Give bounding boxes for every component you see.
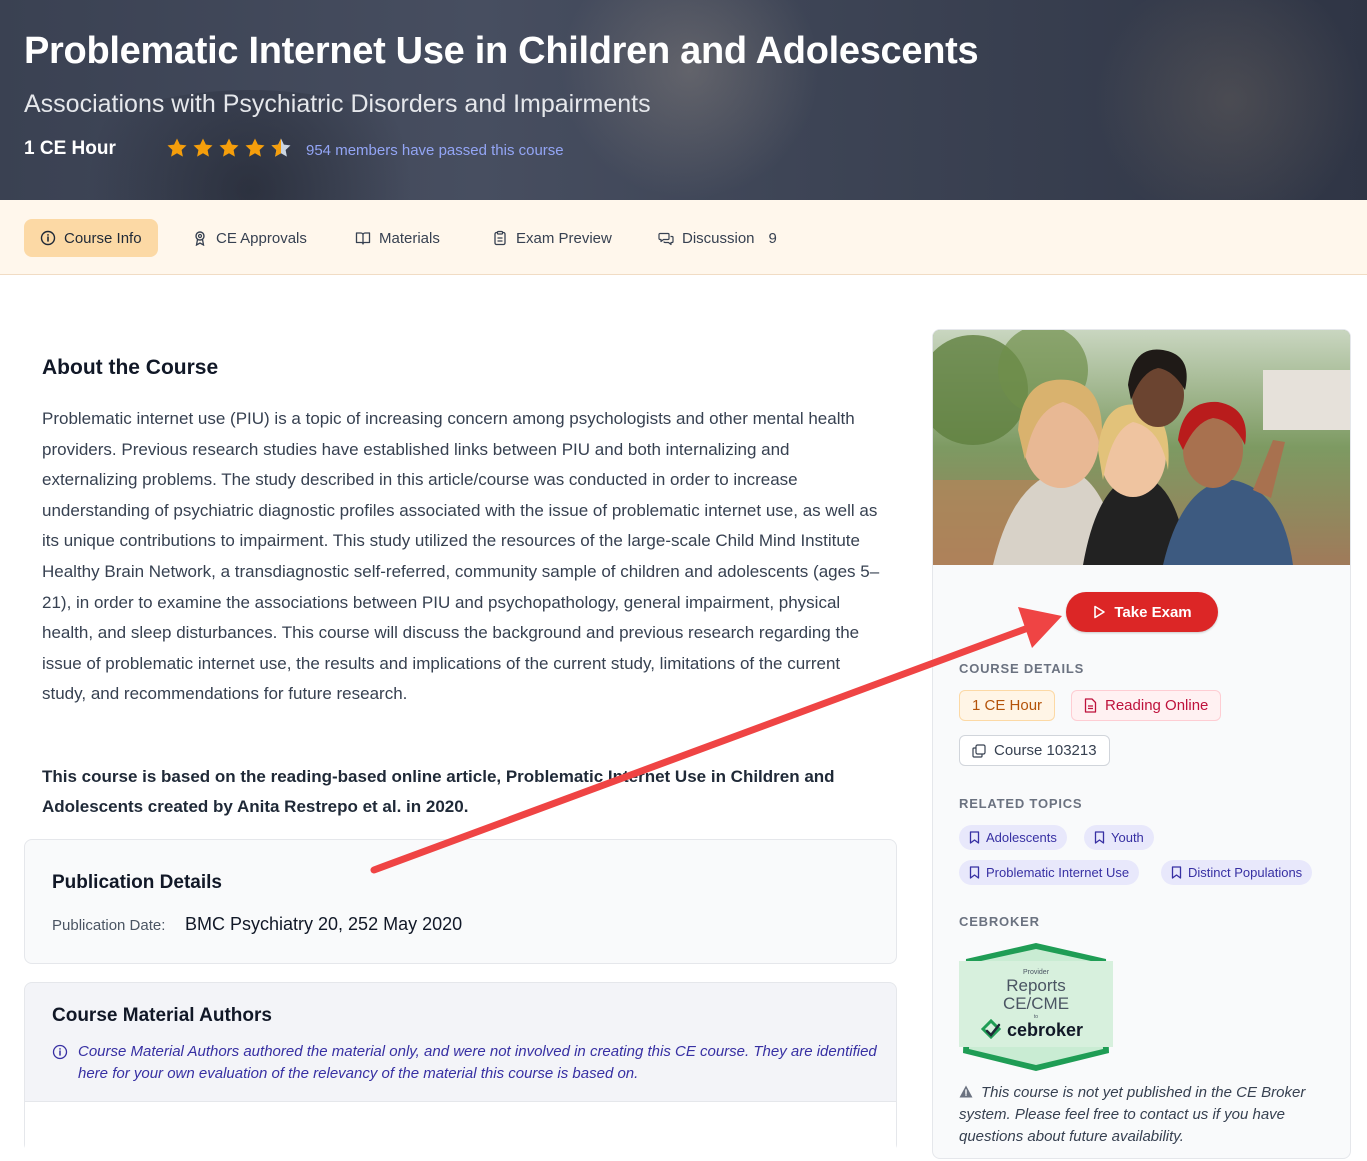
- tab-exam-preview[interactable]: Exam Preview: [476, 219, 628, 257]
- tab-ce-approvals[interactable]: CE Approvals: [176, 219, 323, 257]
- badge-brand: cebroker: [1007, 1020, 1083, 1040]
- cebroker-badge: Provider Reports CE/CME to cebroker: [959, 941, 1113, 1073]
- star-icon: [219, 138, 239, 157]
- publication-heading: Publication Details: [52, 872, 222, 893]
- star-icon: [167, 138, 187, 157]
- clipboard-icon: [494, 230, 506, 246]
- based-on-statement: This course is based on the reading-base…: [42, 767, 835, 816]
- tab-label: Materials: [379, 229, 440, 247]
- half-star-icon: [271, 138, 291, 157]
- take-exam-label: Take Exam: [1114, 603, 1192, 621]
- course-details-heading: COURSE DETAILS: [959, 661, 1085, 676]
- badge-line2: Reports: [1006, 976, 1066, 995]
- authors-heading: Course Material Authors: [52, 1005, 272, 1026]
- ce-hours-chip: 1 CE Hour: [959, 690, 1056, 721]
- authors-list: [25, 1101, 896, 1161]
- bookmark-icon: [969, 831, 980, 844]
- topic-tag-distinct-populations[interactable]: Distinct Populations: [1161, 860, 1313, 885]
- badge-line3: CE/CME: [1003, 994, 1069, 1013]
- bookmark-icon: [1094, 831, 1105, 844]
- topic-tag-youth[interactable]: Youth: [1084, 825, 1154, 850]
- bookmark-icon: [969, 866, 980, 879]
- tab-course-info[interactable]: Course Info: [24, 219, 158, 257]
- document-icon: [1084, 698, 1097, 713]
- chip-label: 1 CE Hour: [972, 697, 1043, 714]
- warning-text: This course is not yet published in the …: [959, 1084, 1306, 1145]
- related-topics-heading: RELATED TOPICS: [959, 796, 1083, 811]
- course-sidebar: Take Exam COURSE DETAILS 1 CE Hour Readi…: [932, 329, 1351, 1159]
- publication-date-value: BMC Psychiatry 20, 252 May 2020: [185, 914, 463, 934]
- chat-icon: [658, 232, 674, 246]
- topic-label: Adolescents: [986, 830, 1057, 845]
- discussion-count: 9: [768, 229, 777, 247]
- chip-label: Course 103213: [994, 742, 1097, 759]
- about-heading: About the Course: [42, 356, 219, 379]
- publication-date-label: Publication Date:: [52, 917, 166, 934]
- topic-label: Youth: [1111, 830, 1144, 845]
- course-title: Problematic Internet Use in Children and…: [24, 30, 979, 72]
- badge-line1: Provider: [1023, 969, 1050, 976]
- course-number-chip[interactable]: Course 103213: [959, 735, 1110, 766]
- star-icon: [193, 138, 213, 157]
- play-icon: [1094, 605, 1106, 619]
- tab-label: Course Info: [64, 229, 142, 247]
- book-open-icon: [355, 232, 371, 245]
- tab-label: Discussion: [682, 229, 755, 247]
- members-passed-link[interactable]: 954 members have passed this course: [306, 142, 564, 159]
- tab-label: CE Approvals: [216, 229, 307, 247]
- authors-card: Course Material Authors Course Material …: [24, 982, 897, 1161]
- publication-details-card: Publication Details Publication Date: BM…: [24, 839, 897, 964]
- format-chip: Reading Online: [1071, 690, 1222, 721]
- course-tabs: Course Info CE Approvals Materials Exam …: [0, 200, 1367, 275]
- info-circle-icon: [52, 1044, 68, 1060]
- topic-label: Problematic Internet Use: [986, 865, 1130, 880]
- topic-tag-problematic-internet-use[interactable]: Problematic Internet Use: [959, 860, 1140, 885]
- info-circle-icon: [40, 230, 56, 246]
- about-description: Problematic internet use (PIU) is a topi…: [42, 409, 880, 704]
- tab-materials[interactable]: Materials: [339, 219, 456, 257]
- authors-note: Course Material Authors authored the mat…: [78, 1043, 877, 1082]
- cebroker-warning: This course is not yet published in the …: [959, 1082, 1339, 1148]
- award-icon: [195, 231, 205, 246]
- warning-icon: [959, 1085, 973, 1098]
- course-subtitle: Associations with Psychiatric Disorders …: [24, 90, 651, 118]
- topic-label: Distinct Populations: [1188, 865, 1303, 880]
- chip-label: Reading Online: [1105, 697, 1209, 714]
- cebroker-heading: CEBROKER: [959, 914, 1040, 929]
- course-photo: [933, 330, 1350, 565]
- star-icon: [245, 138, 265, 157]
- take-exam-button[interactable]: Take Exam: [1066, 592, 1218, 632]
- topic-tag-adolescents[interactable]: Adolescents: [959, 825, 1067, 850]
- ce-hours: 1 CE Hour: [24, 138, 116, 159]
- tab-discussion[interactable]: Discussion 9: [642, 219, 793, 257]
- tab-label: Exam Preview: [516, 229, 612, 247]
- rating-stars: [165, 136, 293, 160]
- bookmark-icon: [1171, 866, 1182, 879]
- copy-icon: [972, 743, 986, 758]
- course-hero: Problematic Internet Use in Children and…: [0, 0, 1367, 200]
